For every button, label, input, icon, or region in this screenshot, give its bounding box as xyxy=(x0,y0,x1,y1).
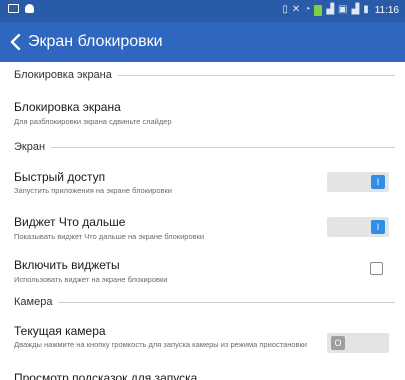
section-header-camera: Камера xyxy=(0,291,405,313)
status-right: ▯ ✕ ◔ ▟ ▣ ▟ ▮ 11:16 xyxy=(282,4,399,16)
section-header-lock: Блокировка экрана xyxy=(0,64,405,86)
toggle-knob: O xyxy=(331,336,345,350)
app-bar: Экран блокировки xyxy=(0,22,405,62)
wifi-icon: ◔ xyxy=(304,4,311,15)
mute-icon: ✕ xyxy=(291,4,301,15)
section-label: Экран xyxy=(14,141,46,153)
section-header-screen: Экран xyxy=(0,136,405,158)
signal-icon: ▟ xyxy=(326,4,335,15)
setting-title: Блокировка экрана xyxy=(14,100,121,114)
section-divider xyxy=(117,74,395,76)
status-left xyxy=(8,4,34,13)
setting-subtitle: Запустить приложения на экране блокировк… xyxy=(14,186,172,195)
sim1-icon xyxy=(314,4,323,16)
setting-subtitle: Для разблокировки экрана сдвиньте слайде… xyxy=(14,117,172,126)
toggle-knob: I xyxy=(371,220,385,234)
back-arrow-icon xyxy=(10,34,21,50)
section-label: Блокировка экрана xyxy=(14,69,112,81)
setting-lock-screen[interactable]: Блокировка экрана Для разблокировки экра… xyxy=(0,90,405,130)
setting-title-cutoff[interactable]: Просмотр подсказок для запуска xyxy=(14,371,197,380)
setting-title: Включить виджеты xyxy=(14,258,120,272)
signal2-icon: ▟ xyxy=(351,4,360,15)
vibrate-icon: ▯ xyxy=(282,4,288,15)
current-camera-toggle[interactable]: O xyxy=(327,333,389,353)
quick-access-toggle[interactable]: I xyxy=(327,172,389,192)
status-bar: ▯ ✕ ◔ ▟ ▣ ▟ ▮ 11:16 xyxy=(0,0,405,22)
back-button[interactable] xyxy=(4,22,26,62)
setting-what-next-widget[interactable]: Виджет Что дальше Показывать виджет Что … xyxy=(0,209,405,245)
app-notification-icon xyxy=(25,4,34,13)
section-divider xyxy=(51,146,395,148)
sim2-icon: ▣ xyxy=(338,4,348,15)
setting-enable-widgets[interactable]: Включить виджеты Использовать виджет на … xyxy=(0,254,405,290)
notification-icon xyxy=(8,4,19,13)
setting-subtitle: Использовать виджет на экране блокировки xyxy=(14,275,168,284)
section-divider xyxy=(58,301,395,303)
page-title: Экран блокировки xyxy=(28,33,163,50)
toggle-knob: I xyxy=(371,175,385,189)
setting-current-camera[interactable]: Текущая камера Дважды нажмите на кнопку … xyxy=(0,318,405,364)
section-label: Камера xyxy=(14,296,53,308)
setting-subtitle: Дважды нажмите на кнопку громкость для з… xyxy=(14,340,307,349)
enable-widgets-checkbox[interactable] xyxy=(370,262,383,275)
battery-icon: ▮ xyxy=(363,4,369,15)
setting-title: Текущая камера xyxy=(14,324,106,338)
what-next-toggle[interactable]: I xyxy=(327,217,389,237)
setting-subtitle: Показывать виджет Что дальше на экране б… xyxy=(14,232,205,241)
status-time: 11:16 xyxy=(374,4,399,16)
setting-quick-access[interactable]: Быстрый доступ Запустить приложения на э… xyxy=(0,162,405,198)
setting-title: Быстрый доступ xyxy=(14,170,106,184)
setting-title: Виджет Что дальше xyxy=(14,215,126,229)
